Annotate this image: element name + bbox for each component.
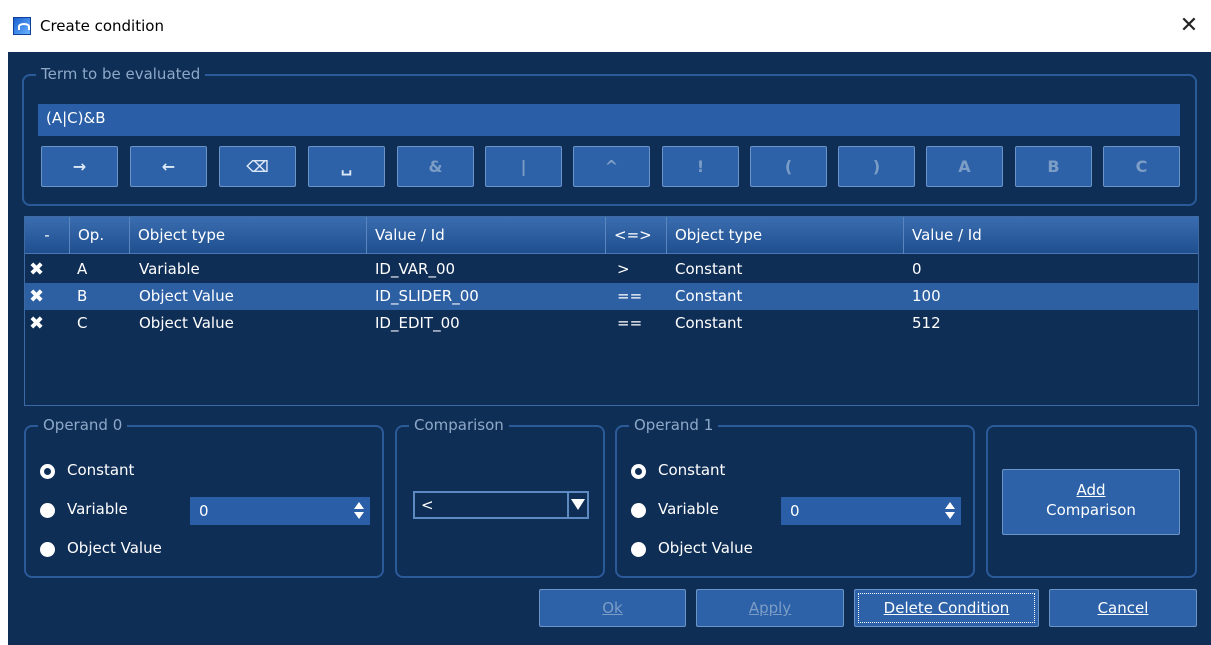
operand-1-object-value-radio[interactable] xyxy=(631,542,646,557)
term-expression-field[interactable]: (A|C)&B xyxy=(38,104,1180,136)
operand-1-object-value-label[interactable]: Object Value xyxy=(658,539,753,557)
operand-0-variable-radio[interactable] xyxy=(40,503,55,518)
add-comparison-button[interactable]: Add Comparison xyxy=(1002,469,1180,535)
term-group: Term to be evaluated (A|C)&B → ← ⌫ ␣ & |… xyxy=(22,65,1197,206)
cancel-button-label[interactable]: Cancel xyxy=(1098,599,1149,617)
delete-row-icon[interactable]: ✖ xyxy=(29,256,44,283)
operand-1-constant-label[interactable]: Constant xyxy=(658,461,725,479)
spin-arrows-icon[interactable] xyxy=(354,500,364,522)
add-comparison-label-line1[interactable]: Add xyxy=(1003,480,1179,500)
operand-1-label: Operand 1 xyxy=(629,416,719,434)
term-group-label: Term to be evaluated xyxy=(36,65,206,83)
operand-1-value-spinbox[interactable]: 0 xyxy=(781,497,961,525)
title-bar: Create condition ✕ xyxy=(0,0,1211,52)
delete-row-icon[interactable]: ✖ xyxy=(29,283,44,310)
delete-condition-label[interactable]: Delete Condition xyxy=(884,599,1010,617)
column-header-value-id-2[interactable]: Value / Id xyxy=(904,217,1198,254)
comparison-select[interactable]: < xyxy=(413,491,589,519)
cell-value-id-1: ID_VAR_00 xyxy=(375,260,456,278)
cell-object-type-1: Object Value xyxy=(139,287,234,305)
apply-button-label[interactable]: Apply xyxy=(749,599,791,617)
arrow-left-button[interactable]: ← xyxy=(130,146,207,187)
table-row[interactable]: ✖ C Object Value ID_EDIT_00 == Constant … xyxy=(25,310,1198,337)
cell-value-id-2: 100 xyxy=(912,287,941,305)
column-header-value-id-1[interactable]: Value / Id xyxy=(367,217,606,254)
not-button[interactable]: ! xyxy=(662,146,739,187)
add-comparison-label-line2[interactable]: Comparison xyxy=(1003,500,1179,520)
operand-0-object-value-label[interactable]: Object Value xyxy=(67,539,162,557)
operand-0-label: Operand 0 xyxy=(38,416,128,434)
cell-op: A xyxy=(77,260,88,278)
spin-up-icon[interactable] xyxy=(945,502,955,509)
cell-value-id-2: 0 xyxy=(912,260,922,278)
operand-1-variable-label[interactable]: Variable xyxy=(658,500,719,518)
column-header-compare[interactable]: <=> xyxy=(606,217,667,254)
ok-button-label[interactable]: Ok xyxy=(602,599,623,617)
delete-row-icon[interactable]: ✖ xyxy=(29,310,44,337)
app-icon xyxy=(13,17,31,35)
cancel-button[interactable]: Cancel xyxy=(1049,589,1197,627)
operand-c-button[interactable]: C xyxy=(1103,146,1180,187)
chevron-down-icon[interactable] xyxy=(567,493,587,517)
cell-compare: == xyxy=(617,314,643,332)
cell-op: B xyxy=(77,287,88,305)
column-header-op[interactable]: Op. xyxy=(70,217,130,254)
backspace-button[interactable]: ⌫ xyxy=(219,146,296,187)
cell-compare: == xyxy=(617,287,643,305)
operand-1-constant-radio[interactable] xyxy=(631,464,646,479)
operand-0-object-value-radio[interactable] xyxy=(40,542,55,557)
table-row[interactable]: ✖ A Variable ID_VAR_00 > Constant 0 xyxy=(25,256,1198,283)
operand-0-constant-label[interactable]: Constant xyxy=(67,461,134,479)
operand-b-button[interactable]: B xyxy=(1015,146,1092,187)
cell-object-type-1: Variable xyxy=(139,260,200,278)
dialog-body: Term to be evaluated (A|C)&B → ← ⌫ ␣ & |… xyxy=(8,52,1211,645)
table-header: - Op. Object type Value / Id <=> Object … xyxy=(25,217,1198,254)
column-header-object-type-2[interactable]: Object type xyxy=(667,217,904,254)
add-comparison-group: Add Comparison xyxy=(986,425,1197,578)
spin-up-icon[interactable] xyxy=(354,502,364,509)
spin-arrows-icon[interactable] xyxy=(945,500,955,522)
operand-a-button[interactable]: A xyxy=(926,146,1003,187)
comparison-group: Comparison < xyxy=(395,416,605,578)
and-button[interactable]: & xyxy=(397,146,474,187)
column-header-delete[interactable]: - xyxy=(25,217,70,254)
cell-object-type-2: Constant xyxy=(675,287,743,305)
column-header-object-type-1[interactable]: Object type xyxy=(130,217,367,254)
comparison-label: Comparison xyxy=(409,416,509,434)
ok-button[interactable]: Ok xyxy=(539,589,686,627)
cell-compare: > xyxy=(617,260,630,278)
operand-0-variable-label[interactable]: Variable xyxy=(67,500,128,518)
open-paren-button[interactable]: ( xyxy=(750,146,827,187)
xor-button[interactable]: ^ xyxy=(573,146,650,187)
cell-op: C xyxy=(77,314,88,332)
operand-0-constant-radio[interactable] xyxy=(40,464,55,479)
operand-0-spin-value[interactable]: 0 xyxy=(199,502,209,520)
spin-down-icon[interactable] xyxy=(354,512,364,519)
table-row[interactable]: ✖ B Object Value ID_SLIDER_00 == Constan… xyxy=(25,283,1198,310)
cell-object-type-2: Constant xyxy=(675,314,743,332)
cell-object-type-1: Object Value xyxy=(139,314,234,332)
cell-value-id-2: 512 xyxy=(912,314,941,332)
spin-down-icon[interactable] xyxy=(945,512,955,519)
cell-value-id-1: ID_EDIT_00 xyxy=(375,314,460,332)
operand-1-spin-value[interactable]: 0 xyxy=(790,502,800,520)
operand-1-group: Operand 1 Constant Variable 0 Object Val… xyxy=(615,416,975,578)
apply-button[interactable]: Apply xyxy=(696,589,844,627)
close-paren-button[interactable]: ) xyxy=(838,146,915,187)
space-button[interactable]: ␣ xyxy=(308,146,385,187)
cell-value-id-1: ID_SLIDER_00 xyxy=(375,287,479,305)
arrow-right-button[interactable]: → xyxy=(41,146,118,187)
comparisons-table[interactable]: - Op. Object type Value / Id <=> Object … xyxy=(24,216,1199,406)
operand-0-value-spinbox[interactable]: 0 xyxy=(190,497,370,525)
or-button[interactable]: | xyxy=(485,146,562,187)
window-title: Create condition xyxy=(40,17,164,35)
operand-0-group: Operand 0 Constant Variable 0 Object Val… xyxy=(24,416,384,578)
cell-object-type-2: Constant xyxy=(675,260,743,278)
comparison-value[interactable]: < xyxy=(421,496,434,514)
close-button[interactable]: ✕ xyxy=(1167,8,1211,44)
operand-1-variable-radio[interactable] xyxy=(631,503,646,518)
delete-condition-button[interactable]: Delete Condition xyxy=(854,589,1039,627)
